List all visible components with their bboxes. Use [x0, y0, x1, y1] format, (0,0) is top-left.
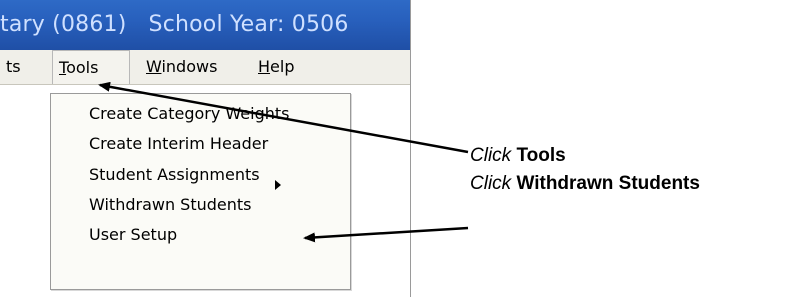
annotation-arrows [98, 81, 469, 243]
annotation-click-tools: Click Tools [470, 145, 566, 167]
annotation-target: Withdrawn Students [516, 173, 700, 194]
annotation-arrow-icon [98, 81, 469, 154]
annotation-verb: Click [470, 145, 512, 166]
annotation-target: Tools [516, 145, 566, 166]
annotation-click-withdrawn-students: Click Withdrawn Students [470, 173, 700, 195]
annotation-verb: Click [470, 173, 512, 194]
annotation-arrow-icon [303, 226, 469, 243]
